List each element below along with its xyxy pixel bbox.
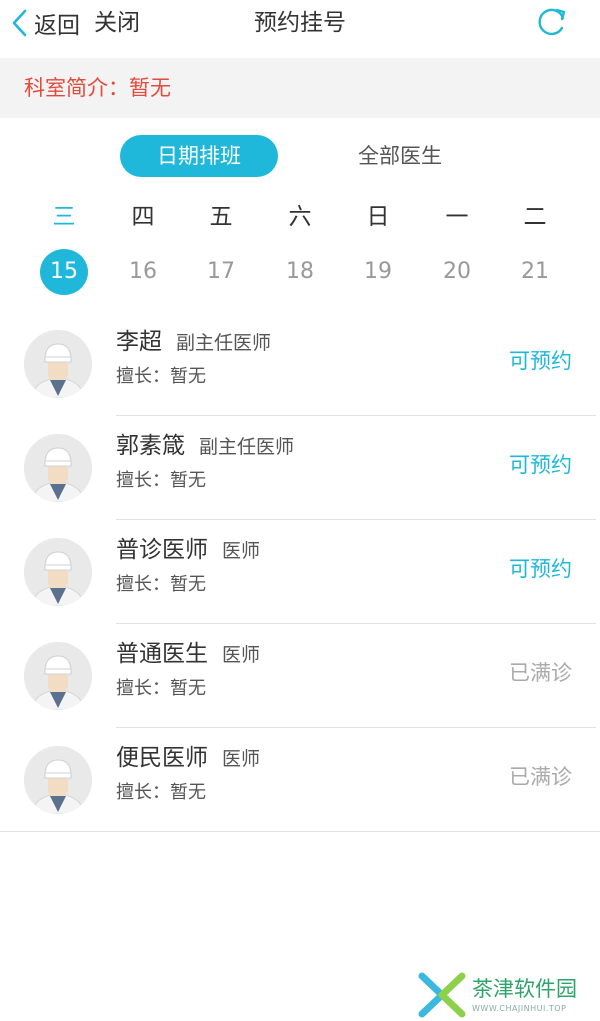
department-intro-bar: 科室简介：暂无 (0, 58, 600, 118)
availability-status[interactable]: 可预约 (509, 554, 572, 584)
doctor-row[interactable]: 郭素箴 副主任医师 擅长：暂无 可预约 (0, 416, 600, 520)
doctor-name: 普通医生 医师 (116, 638, 260, 671)
weekday-label: 四 (131, 204, 155, 230)
doctor-name-text: 普通医生 (116, 641, 208, 667)
weekday-label: 一 (445, 204, 469, 230)
availability-status[interactable]: 可预约 (509, 450, 572, 480)
doctor-name: 普诊医师 医师 (116, 534, 260, 567)
refresh-icon[interactable] (534, 4, 570, 40)
date-option[interactable]: 20 (433, 249, 481, 295)
doctor-rank: 副主任医师 (176, 332, 272, 354)
weekday-label: 五 (209, 204, 233, 230)
date-option[interactable]: 17 (197, 249, 245, 295)
doctor-rank: 医师 (222, 748, 261, 770)
doctor-name-text: 普诊医师 (116, 537, 208, 563)
doctor-specialty: 擅长：暂无 (116, 574, 206, 595)
doctor-name-text: 便民医师 (116, 745, 208, 771)
weekday-label: 二 (523, 204, 547, 230)
tab-all-doctors[interactable]: 全部医生 (330, 135, 470, 177)
doctor-specialty: 擅长：暂无 (116, 782, 206, 803)
header-bar: 返回 关闭 预约挂号 (0, 0, 600, 58)
doctor-name: 李超 副主任医师 (116, 326, 271, 359)
department-intro-text: 科室简介：暂无 (24, 76, 171, 100)
weekday-label: 日 (366, 204, 390, 230)
doctor-row[interactable]: 便民医师 医师 擅长：暂无 已满诊 (0, 728, 600, 832)
watermark-text: 茶津软件园 (472, 977, 577, 1001)
weekday-label: 六 (288, 204, 312, 230)
doctor-avatar-icon (24, 330, 92, 398)
doctor-avatar-icon (24, 538, 92, 606)
doctor-specialty: 擅长：暂无 (116, 470, 206, 491)
doctor-row[interactable]: 普通医生 医师 擅长：暂无 已满诊 (0, 624, 600, 728)
availability-status: 已满诊 (509, 765, 572, 789)
doctor-rank: 医师 (222, 540, 261, 562)
availability-status[interactable]: 可预约 (509, 346, 572, 376)
date-option[interactable]: 19 (354, 249, 402, 295)
date-option[interactable]: 16 (119, 249, 167, 295)
doctor-rank: 医师 (222, 644, 261, 666)
doctor-avatar-icon (24, 434, 92, 502)
doctor-row[interactable]: 李超 副主任医师 擅长：暂无 可预约 (0, 312, 600, 416)
availability-status: 已满诊 (509, 661, 572, 685)
date-option[interactable]: 18 (276, 249, 324, 295)
watermark: 茶津软件园 WWW.CHAJINHUI.TOP (418, 970, 598, 1020)
doctor-rank: 副主任医师 (199, 436, 295, 458)
date-option[interactable]: 21 (511, 249, 559, 295)
doctor-avatar-icon (24, 642, 92, 710)
weekday-label: 三 (52, 204, 76, 230)
watermark-url: WWW.CHAJINHUI.TOP (472, 1004, 567, 1013)
doctor-specialty: 擅长：暂无 (116, 678, 206, 699)
watermark-logo-icon (418, 972, 466, 1018)
doctor-specialty: 擅长：暂无 (116, 366, 206, 387)
doctor-name-text: 郭素箴 (116, 433, 185, 459)
tab-date-schedule[interactable]: 日期排班 (120, 135, 278, 177)
doctor-name: 便民医师 医师 (116, 742, 260, 775)
doctor-name-text: 李超 (116, 329, 162, 355)
doctor-name: 郭素箴 副主任医师 (116, 430, 294, 463)
date-selected[interactable]: 15 (40, 249, 88, 295)
doctor-avatar-icon (24, 746, 92, 814)
row-divider (0, 831, 600, 832)
page-title: 预约挂号 (254, 10, 346, 36)
doctor-row[interactable]: 普诊医师 医师 擅长：暂无 可预约 (0, 520, 600, 624)
